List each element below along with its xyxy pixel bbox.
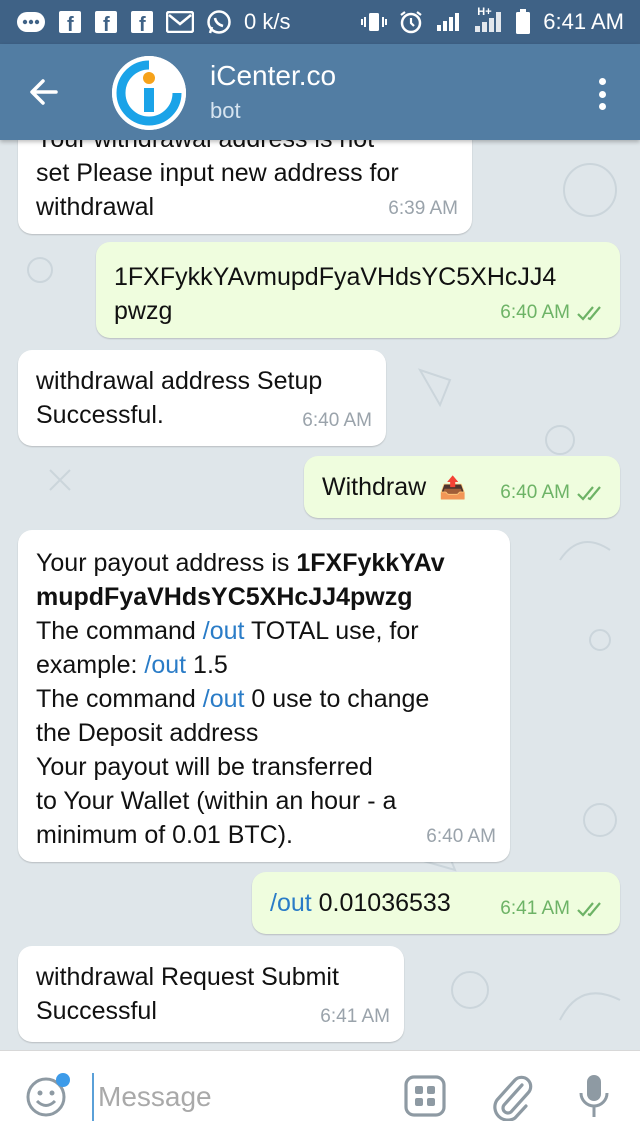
message-outgoing[interactable]: /out 0.01036533 6:41 AM (252, 872, 620, 934)
message-text: TOTAL use, for (244, 617, 419, 645)
more-options-button[interactable] (592, 74, 612, 114)
command-link[interactable]: /out (270, 889, 312, 917)
message-incoming[interactable]: Your payout address is 1FXFykkYAv mupdFy… (18, 530, 510, 862)
chat-subtitle: bot (210, 98, 241, 123)
more-vert-icon (598, 78, 606, 85)
message-time: 6:41 AM (320, 1006, 390, 1027)
battery-icon (515, 9, 531, 35)
message-outgoing[interactable]: 1FXFykkYAvmupdFyaVHdsYC5XHcJJ4 pwzg 6:40… (96, 242, 620, 338)
facebook-icon: f (94, 10, 118, 34)
payout-address: 1FXFykkYAv (296, 549, 445, 577)
message-text: set Please input new address for (36, 159, 399, 187)
arrow-left-icon (30, 79, 58, 105)
smiley-icon (26, 1073, 70, 1117)
more-notifications-icon (16, 11, 46, 33)
message-text: 0.01036533 (311, 889, 451, 917)
clock: 6:41 AM (543, 9, 624, 34)
message-text: The command (36, 617, 203, 645)
message-time: 6:40 AM (500, 302, 570, 323)
payout-address: mupdFyaVHdsYC5XHcJJ4pwzg (36, 583, 413, 611)
microphone-icon (579, 1075, 609, 1117)
facebook-icon: f (58, 10, 82, 34)
message-text: 1FXFykkYAvmupdFyaVHdsYC5XHcJJ4 (114, 263, 557, 291)
message-text: Your payout address is (36, 549, 297, 577)
signal-icon (435, 11, 461, 33)
message-text: The command (36, 685, 203, 713)
double-check-icon (577, 486, 601, 501)
chat-header: iCenter.co bot (0, 44, 640, 140)
message-time: 6:40 AM (302, 410, 372, 431)
message-composer (0, 1050, 640, 1139)
alarm-icon (399, 10, 423, 34)
message-time: 6:40 AM (426, 826, 496, 847)
command-link[interactable]: /out (144, 651, 186, 679)
message-text: to Your Wallet (within an hour - a (36, 787, 397, 815)
paperclip-icon (493, 1075, 533, 1122)
chat-title[interactable]: iCenter.co (210, 60, 336, 92)
bot-keyboard-button[interactable] (404, 1075, 446, 1117)
double-check-icon (577, 902, 601, 917)
command-link[interactable]: /out (203, 685, 245, 713)
svg-text:f: f (67, 14, 74, 34)
message-list[interactable]: Your withdrawal address is not set Pleas… (0, 140, 640, 1050)
emoji-button[interactable] (24, 1073, 70, 1119)
svg-text:f: f (139, 14, 146, 34)
message-text: Your payout will be transferred (36, 753, 373, 781)
command-link[interactable]: /out (203, 617, 245, 645)
message-text: withdrawal address Setup (36, 367, 323, 395)
message-input[interactable] (92, 1073, 390, 1121)
avatar[interactable] (112, 56, 186, 130)
message-incoming[interactable]: withdrawal address Setup Successful. 6:4… (18, 350, 386, 446)
message-text: minimum of 0.01 BTC). (36, 821, 294, 849)
message-outgoing[interactable]: Withdraw 📤 6:40 AM (304, 456, 620, 518)
status-bar: f f f 0 k/s H+ 6:41 AM (0, 0, 640, 44)
voice-record-button[interactable] (574, 1071, 614, 1121)
double-check-icon (577, 306, 601, 321)
attach-button[interactable] (488, 1071, 534, 1122)
message-text: Your withdrawal address is not (36, 140, 454, 156)
message-text: Withdraw (322, 473, 427, 501)
whatsapp-icon (206, 9, 232, 35)
icenter-logo-icon (112, 56, 186, 130)
signal-icon: H+ (473, 6, 503, 34)
message-text: example: (36, 651, 145, 679)
message-time: 6:39 AM (388, 198, 458, 219)
facebook-icon: f (130, 10, 154, 34)
message-text: withdrawal Request Submit (36, 963, 339, 991)
message-incoming[interactable]: withdrawal Request Submit Successful 6:4… (18, 946, 404, 1042)
vibrate-icon (361, 11, 388, 33)
message-incoming[interactable]: Your withdrawal address is not set Pleas… (18, 140, 472, 234)
message-time: 6:40 AM (500, 482, 570, 503)
network-speed: 0 k/s (244, 9, 291, 34)
message-text: 1.5 (186, 651, 228, 679)
back-button[interactable] (24, 72, 64, 112)
network-type: H+ (477, 6, 492, 18)
message-time: 6:41 AM (500, 898, 570, 919)
gmail-icon (166, 11, 194, 33)
keyboard-grid-icon (404, 1075, 446, 1117)
message-text: 0 use to change (244, 685, 430, 713)
svg-text:f: f (103, 14, 110, 34)
message-text: the Deposit address (36, 719, 259, 747)
outbox-tray-icon: 📤 (439, 475, 467, 500)
